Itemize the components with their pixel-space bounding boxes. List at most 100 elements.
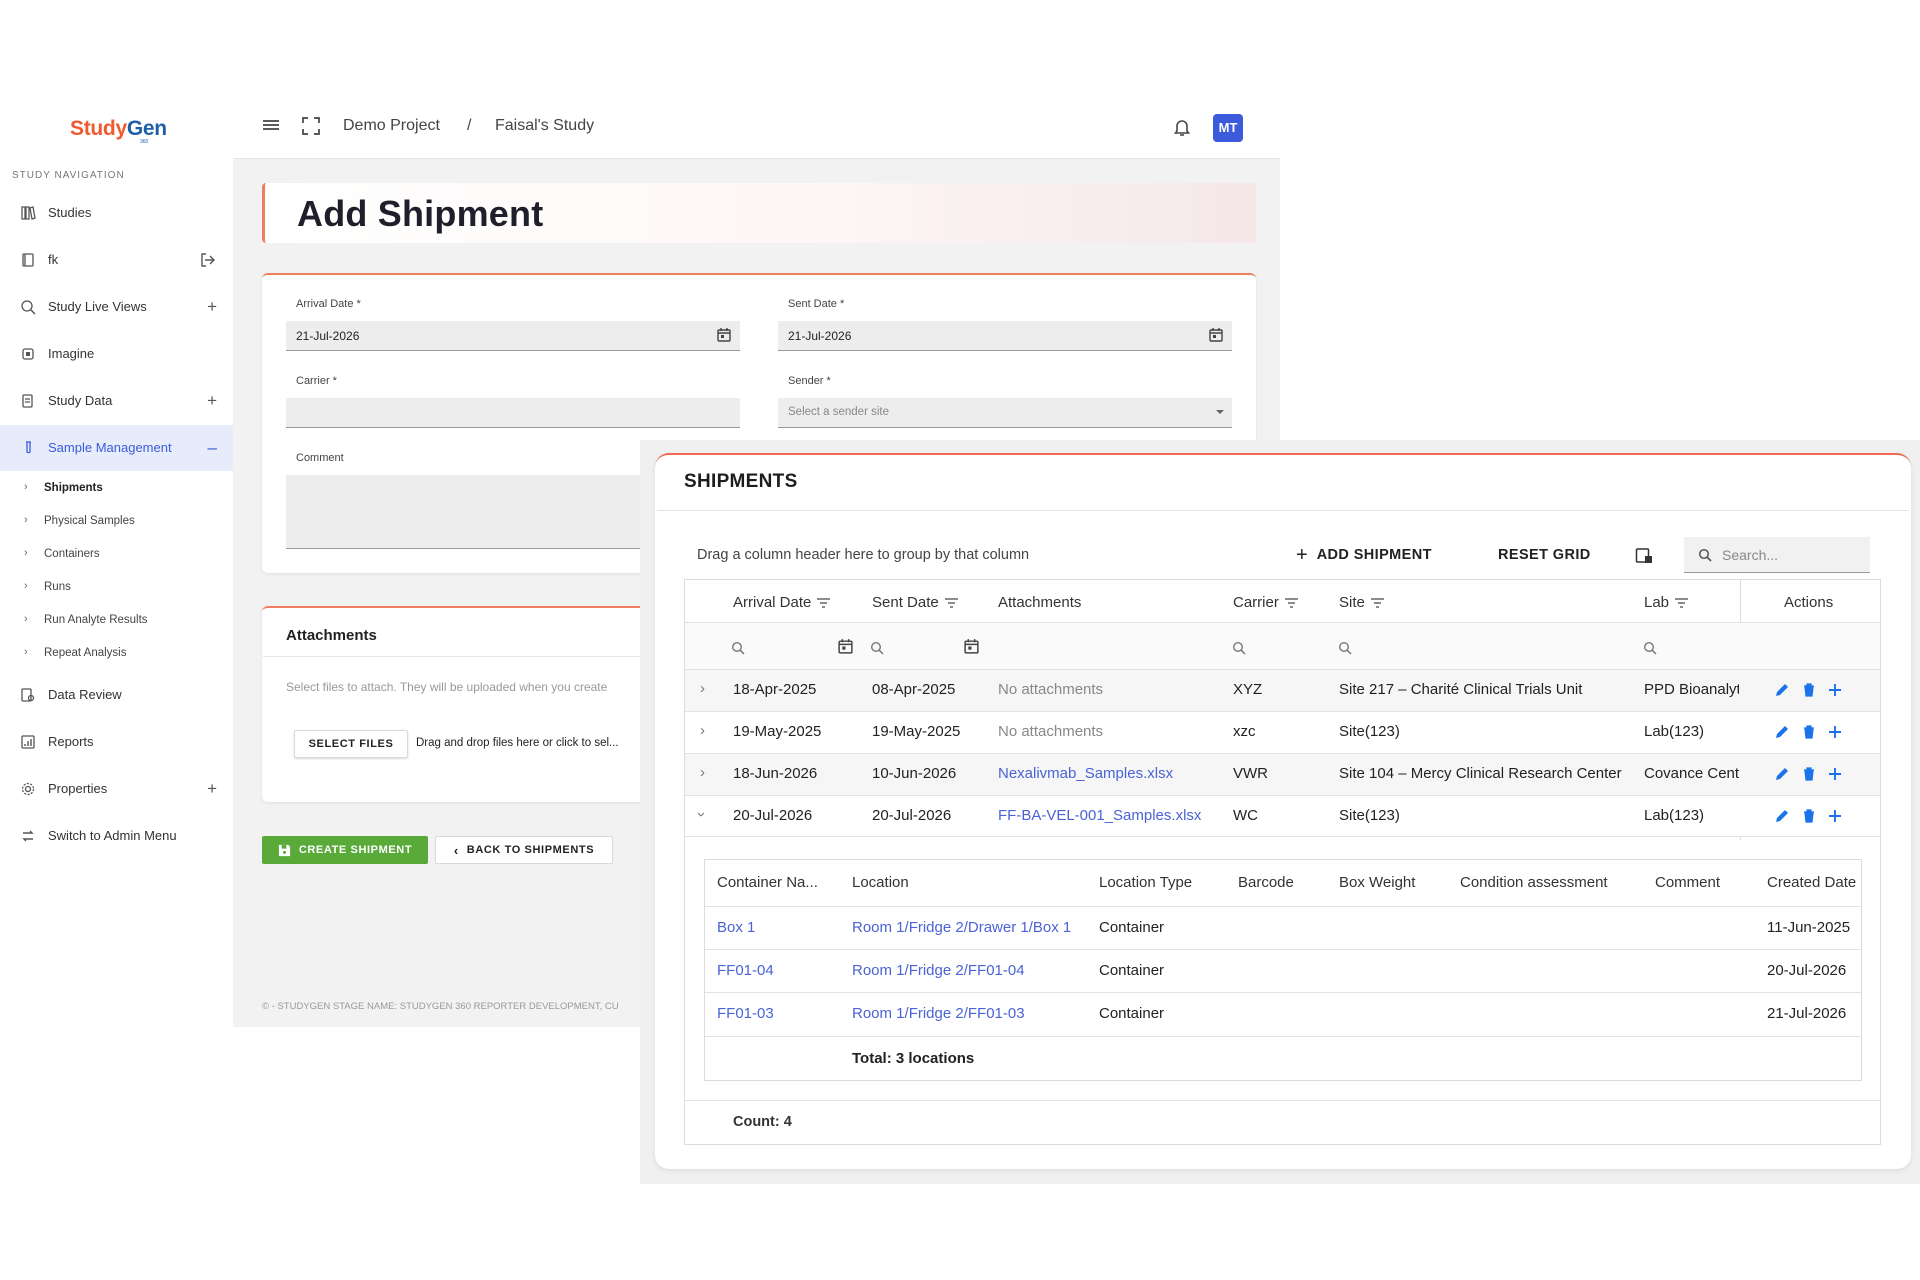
column-header-lab[interactable]: Lab bbox=[1644, 594, 1689, 611]
cell-sent-date: 08-Apr-2025 bbox=[872, 681, 956, 698]
column-header-sent-date[interactable]: Sent Date bbox=[872, 594, 958, 611]
sidebar-item-data-review[interactable]: Data Review bbox=[0, 672, 233, 718]
search-icon[interactable] bbox=[1338, 641, 1352, 655]
container-link[interactable]: FF01-03 bbox=[717, 1005, 774, 1022]
sender-select[interactable]: Select a sender site bbox=[778, 398, 1232, 428]
edit-icon[interactable] bbox=[1774, 724, 1790, 740]
brand-logo[interactable]: StudyGen bbox=[70, 117, 167, 141]
bell-icon[interactable] bbox=[1173, 117, 1191, 137]
breadcrumb-study[interactable]: Faisal's Study bbox=[495, 117, 594, 135]
comment-field[interactable] bbox=[286, 475, 646, 549]
reset-grid-button[interactable]: RESET GRID bbox=[1498, 547, 1591, 563]
filter-icon[interactable] bbox=[1675, 598, 1689, 608]
carrier-field[interactable] bbox=[286, 398, 740, 428]
expand-row-icon[interactable]: › bbox=[700, 722, 705, 739]
review-icon bbox=[21, 688, 35, 702]
search-icon[interactable] bbox=[731, 641, 745, 655]
grid-search-input[interactable]: Search... bbox=[1684, 537, 1870, 573]
group-by-hint[interactable]: Drag a column header here to group by th… bbox=[697, 547, 1029, 563]
create-shipment-button[interactable]: CREATE SHIPMENT bbox=[262, 836, 428, 864]
sidebar-subitem-shipments[interactable]: › Shipments bbox=[0, 474, 233, 504]
location-link[interactable]: Room 1/Fridge 2/FF01-04 bbox=[852, 962, 1025, 979]
column-header-arrival-date[interactable]: Arrival Date bbox=[733, 594, 831, 611]
sidebar-item-studies[interactable]: Studies bbox=[0, 190, 233, 236]
menu-icon[interactable] bbox=[262, 118, 280, 134]
column-chooser-icon[interactable] bbox=[1635, 547, 1653, 565]
delete-icon[interactable] bbox=[1801, 766, 1817, 782]
sidebar-item-study-data[interactable]: Study Data + bbox=[0, 378, 233, 424]
expand-icon[interactable]: + bbox=[207, 297, 217, 317]
expand-row-icon[interactable]: › bbox=[700, 764, 705, 781]
detail-header-box-weight[interactable]: Box Weight bbox=[1339, 874, 1415, 891]
avatar[interactable]: MT bbox=[1213, 114, 1243, 142]
plus-icon[interactable] bbox=[1827, 724, 1843, 740]
sidebar-subitem-physical-samples[interactable]: › Physical Samples bbox=[0, 507, 233, 537]
fullscreen-icon[interactable] bbox=[302, 117, 320, 135]
cell-created-date: 21-Jul-2026 bbox=[1767, 1005, 1847, 1022]
calendar-icon[interactable] bbox=[716, 327, 732, 343]
edit-icon[interactable] bbox=[1774, 766, 1790, 782]
breadcrumb-project[interactable]: Demo Project bbox=[343, 117, 440, 135]
delete-icon[interactable] bbox=[1801, 808, 1817, 824]
delete-icon[interactable] bbox=[1801, 724, 1817, 740]
expand-row-icon[interactable]: › bbox=[700, 680, 705, 697]
sidebar-subitem-repeat-analysis[interactable]: › Repeat Analysis bbox=[0, 639, 233, 669]
attachment-link[interactable]: Nexalivmab_Samples.xlsx bbox=[998, 765, 1173, 782]
cell-lab: Lab(123) bbox=[1644, 723, 1705, 740]
search-icon[interactable] bbox=[1643, 641, 1657, 655]
location-link[interactable]: Room 1/Fridge 2/Drawer 1/Box 1 bbox=[852, 919, 1071, 936]
filter-icon[interactable] bbox=[817, 598, 831, 608]
edit-icon[interactable] bbox=[1774, 682, 1790, 698]
drop-zone-text[interactable]: Drag and drop files here or click to sel… bbox=[416, 737, 619, 749]
back-to-shipments-button[interactable]: ‹ BACK TO SHIPMENTS bbox=[435, 836, 613, 864]
collapse-row-icon[interactable]: › bbox=[693, 812, 710, 817]
sidebar-subitem-runs[interactable]: › Runs bbox=[0, 573, 233, 603]
sent-date-field[interactable]: 21-Jul-2026 bbox=[778, 321, 1232, 351]
column-header-carrier[interactable]: Carrier bbox=[1233, 594, 1298, 611]
expand-icon[interactable]: + bbox=[207, 779, 217, 799]
plus-icon[interactable] bbox=[1827, 766, 1843, 782]
attachment-link[interactable]: FF-BA-VEL-001_Samples.xlsx bbox=[998, 807, 1201, 824]
sidebar-item-sample-management[interactable]: Sample Management – bbox=[0, 425, 233, 471]
filter-icon[interactable] bbox=[1370, 598, 1384, 608]
sidebar-subitem-run-analyte-results[interactable]: › Run Analyte Results bbox=[0, 606, 233, 636]
detail-header-comment[interactable]: Comment bbox=[1655, 874, 1720, 891]
select-files-button[interactable]: SELECT FILES bbox=[294, 730, 408, 758]
collapse-icon[interactable]: – bbox=[208, 438, 217, 458]
container-link[interactable]: FF01-04 bbox=[717, 962, 774, 979]
arrival-date-field[interactable]: 21-Jul-2026 bbox=[286, 321, 740, 351]
sidebar-item-reports[interactable]: Reports bbox=[0, 719, 233, 765]
sidebar-item-properties[interactable]: Properties + bbox=[0, 766, 233, 812]
location-link[interactable]: Room 1/Fridge 2/FF01-03 bbox=[852, 1005, 1025, 1022]
caret-down-icon bbox=[1216, 410, 1224, 414]
detail-header-condition[interactable]: Condition assessment bbox=[1460, 874, 1608, 891]
filter-icon[interactable] bbox=[1284, 598, 1298, 608]
sidebar-item-fk[interactable]: fk bbox=[0, 237, 233, 283]
delete-icon[interactable] bbox=[1801, 682, 1817, 698]
sidebar-item-switch-admin[interactable]: Switch to Admin Menu bbox=[0, 813, 233, 859]
search-icon[interactable] bbox=[1232, 641, 1246, 655]
plus-icon[interactable] bbox=[1827, 682, 1843, 698]
logout-icon[interactable] bbox=[199, 251, 217, 269]
add-shipment-button[interactable]: + ADD SHIPMENT bbox=[1296, 545, 1432, 565]
sidebar-item-study-live-views[interactable]: Study Live Views + bbox=[0, 284, 233, 330]
sidebar-item-imagine[interactable]: Imagine bbox=[0, 331, 233, 377]
search-icon[interactable] bbox=[870, 641, 884, 655]
sidebar-subitem-containers[interactable]: › Containers bbox=[0, 540, 233, 570]
detail-header-created-date[interactable]: Created Date bbox=[1767, 874, 1856, 891]
detail-header-barcode[interactable]: Barcode bbox=[1238, 874, 1294, 891]
filter-icon[interactable] bbox=[944, 598, 958, 608]
calendar-icon[interactable] bbox=[837, 638, 854, 655]
detail-header-location[interactable]: Location bbox=[852, 874, 909, 891]
expand-icon[interactable]: + bbox=[207, 391, 217, 411]
edit-icon[interactable] bbox=[1774, 808, 1790, 824]
container-link[interactable]: Box 1 bbox=[717, 919, 755, 936]
column-header-attachments[interactable]: Attachments bbox=[998, 594, 1081, 611]
plus-icon[interactable] bbox=[1827, 808, 1843, 824]
column-header-site[interactable]: Site bbox=[1339, 594, 1384, 611]
detail-header-container-name[interactable]: Container Na... bbox=[717, 874, 818, 891]
detail-header-location-type[interactable]: Location Type bbox=[1099, 874, 1192, 891]
cell-site: Site 104 – Mercy Clinical Research Cente… bbox=[1339, 765, 1622, 782]
calendar-icon[interactable] bbox=[963, 638, 980, 655]
calendar-icon[interactable] bbox=[1208, 327, 1224, 343]
